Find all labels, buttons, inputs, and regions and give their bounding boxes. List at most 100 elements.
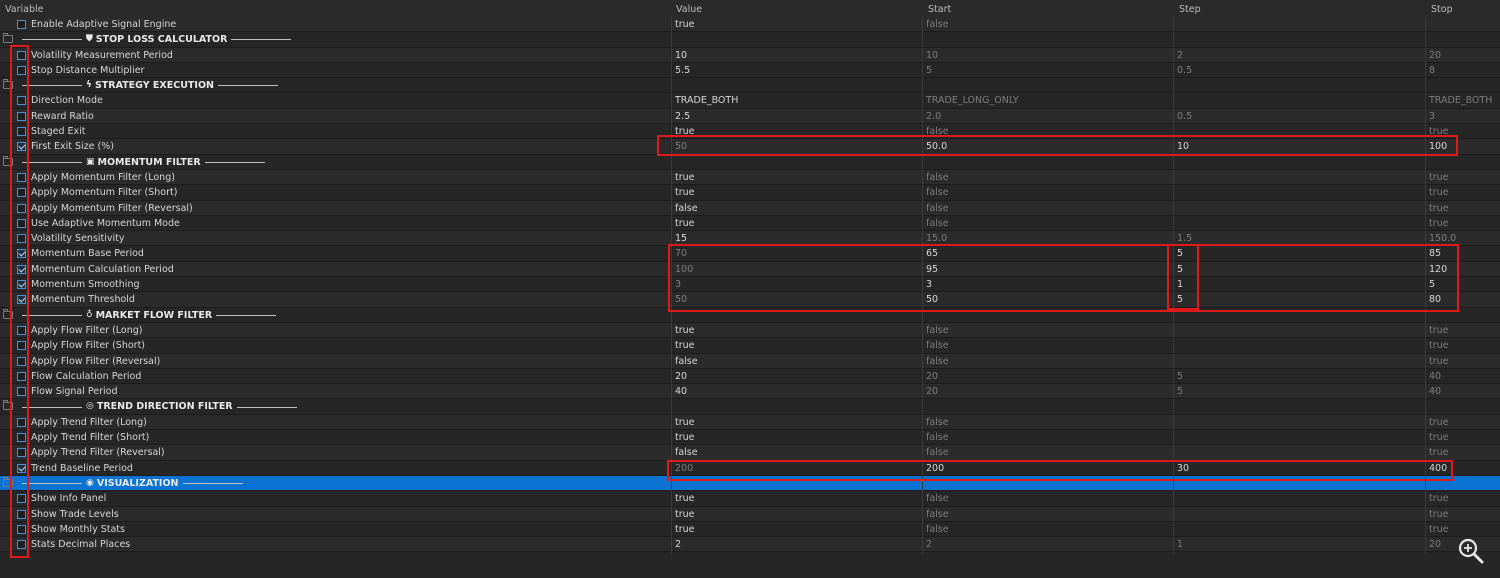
parameter-value[interactable]: false <box>675 354 698 369</box>
optimize-checkbox[interactable] <box>17 20 26 29</box>
group-header-row[interactable]: ⛊ STOP LOSS CALCULATOR <box>0 32 1500 48</box>
parameter-value[interactable]: 2.5 <box>675 109 690 124</box>
parameter-row[interactable]: Apply Flow Filter (Long) true false true <box>0 322 1500 339</box>
parameter-start[interactable]: 20 <box>926 369 938 384</box>
parameter-stop[interactable]: true <box>1429 354 1449 369</box>
parameter-row[interactable]: Apply Momentum Filter (Long) true false tru… <box>0 169 1500 186</box>
parameter-stop[interactable]: 20 <box>1429 537 1441 552</box>
parameter-value[interactable]: 20 <box>675 369 687 384</box>
group-header-row[interactable]: ▣ MOMENTUM FILTER <box>0 154 1500 170</box>
parameter-row[interactable]: Stop Distance Multiplier 5.5 5 0.5 8 <box>0 62 1500 79</box>
parameter-start[interactable]: false <box>926 491 949 506</box>
parameter-value[interactable]: true <box>675 415 695 430</box>
parameter-start[interactable]: 10 <box>926 48 938 63</box>
parameter-value[interactable]: 5.5 <box>675 63 690 78</box>
parameter-stop[interactable]: true <box>1429 522 1449 537</box>
parameter-row[interactable]: Apply Flow Filter (Short) true false true <box>0 338 1500 354</box>
parameter-start[interactable]: false <box>926 507 949 522</box>
parameter-start[interactable]: 2.0 <box>926 109 941 124</box>
parameter-value[interactable]: true <box>675 522 695 537</box>
header-stop[interactable]: Stop <box>1431 4 1453 15</box>
parameter-start[interactable]: false <box>926 17 949 32</box>
header-start[interactable]: Start <box>928 4 951 15</box>
header-value[interactable]: Value <box>676 4 702 15</box>
parameter-row[interactable]: Apply Trend Filter (Reversal) false false t… <box>0 445 1500 461</box>
parameter-start[interactable]: false <box>926 216 949 231</box>
parameter-value[interactable]: 40 <box>675 384 687 399</box>
parameter-stop[interactable]: true <box>1429 507 1449 522</box>
parameter-stop[interactable]: true <box>1429 170 1449 185</box>
parameter-start[interactable]: 2 <box>926 537 932 552</box>
parameter-start[interactable]: false <box>926 338 949 353</box>
parameter-stop[interactable]: 20 <box>1429 48 1441 63</box>
parameter-row[interactable]: Show Info Panel true false true <box>0 491 1500 507</box>
parameter-stop[interactable]: true <box>1429 216 1449 231</box>
header-variable[interactable]: Variable <box>5 4 43 15</box>
parameter-stop[interactable]: true <box>1429 338 1449 353</box>
parameter-stop[interactable]: true <box>1429 445 1449 460</box>
parameter-start[interactable]: false <box>926 323 949 338</box>
parameter-value[interactable]: true <box>675 491 695 506</box>
parameter-row[interactable]: Direction Mode TRADE_BOTH TRADE_LONG_ONLY T… <box>0 93 1500 109</box>
parameter-value[interactable]: 10 <box>675 48 687 63</box>
parameter-row[interactable]: Apply Trend Filter (Long) true false true <box>0 414 1500 431</box>
parameter-row[interactable]: Volatility Measurement Period 10 10 2 20 <box>0 47 1500 63</box>
parameter-value[interactable]: true <box>675 17 695 32</box>
parameter-step[interactable]: 5 <box>1177 384 1183 399</box>
parameter-start[interactable]: 5 <box>926 63 932 78</box>
parameter-stop[interactable]: 3 <box>1429 109 1435 124</box>
parameter-stop[interactable]: 40 <box>1429 384 1441 399</box>
parameter-value[interactable]: false <box>675 201 698 216</box>
parameter-value[interactable]: true <box>675 338 695 353</box>
zoom-icon[interactable] <box>1458 538 1484 564</box>
parameter-row[interactable]: Use Adaptive Momentum Mode true false true <box>0 215 1500 232</box>
parameter-start[interactable]: false <box>926 430 949 445</box>
parameter-row[interactable]: Show Trade Levels true false true <box>0 506 1500 522</box>
parameter-value[interactable]: false <box>675 445 698 460</box>
parameter-stop[interactable]: true <box>1429 415 1449 430</box>
parameter-start[interactable]: false <box>926 170 949 185</box>
parameter-step[interactable]: 5 <box>1177 369 1183 384</box>
parameter-step[interactable]: 0.5 <box>1177 63 1192 78</box>
parameter-start[interactable]: false <box>926 185 949 200</box>
parameter-stop[interactable]: 40 <box>1429 369 1441 384</box>
parameter-row[interactable]: Stats Decimal Places 2 2 1 20 <box>0 537 1500 553</box>
parameter-start[interactable]: false <box>926 201 949 216</box>
parameter-row[interactable]: Apply Momentum Filter (Short) true false tr… <box>0 185 1500 201</box>
parameter-start[interactable]: TRADE_LONG_ONLY <box>926 93 1019 108</box>
parameter-value[interactable]: true <box>675 323 695 338</box>
parameter-value[interactable]: true <box>675 170 695 185</box>
parameter-row[interactable]: Flow Signal Period 40 20 5 40 <box>0 384 1500 400</box>
group-header-row[interactable]: ◎ TREND DIRECTION FILTER <box>0 399 1500 415</box>
parameter-start[interactable]: false <box>926 445 949 460</box>
parameter-step[interactable]: 1 <box>1177 537 1183 552</box>
folder-icon[interactable] <box>3 33 13 44</box>
parameter-row[interactable]: Reward Ratio 2.5 2.0 0.5 3 <box>0 108 1500 125</box>
parameter-row[interactable]: Apply Momentum Filter (Reversal) false fal… <box>0 200 1500 216</box>
parameter-value[interactable]: true <box>675 430 695 445</box>
parameter-row[interactable]: Apply Trend Filter (Short) true false true <box>0 430 1500 446</box>
parameter-value[interactable]: true <box>675 507 695 522</box>
parameter-value[interactable]: TRADE_BOTH <box>675 93 738 108</box>
parameter-stop[interactable]: 8 <box>1429 63 1435 78</box>
parameter-row[interactable]: Apply Flow Filter (Reversal) false false tr… <box>0 353 1500 369</box>
parameter-value[interactable]: 2 <box>675 537 681 552</box>
parameter-start[interactable]: false <box>926 354 949 369</box>
parameter-start[interactable]: 20 <box>926 384 938 399</box>
parameter-stop[interactable]: true <box>1429 430 1449 445</box>
parameter-start[interactable]: false <box>926 522 949 537</box>
parameter-stop[interactable]: true <box>1429 491 1449 506</box>
parameter-stop[interactable]: true <box>1429 185 1449 200</box>
group-header-row[interactable]: ϟ STRATEGY EXECUTION <box>0 78 1500 94</box>
parameter-step[interactable]: 0.5 <box>1177 109 1192 124</box>
parameter-stop[interactable]: true <box>1429 323 1449 338</box>
parameter-stop[interactable]: TRADE_BOTH <box>1429 93 1492 108</box>
parameter-row[interactable]: Show Monthly Stats true false true <box>0 521 1500 538</box>
parameter-value[interactable]: true <box>675 216 695 231</box>
parameter-stop[interactable]: true <box>1429 201 1449 216</box>
parameter-value[interactable]: true <box>675 185 695 200</box>
parameter-start[interactable]: false <box>926 415 949 430</box>
header-step[interactable]: Step <box>1179 4 1201 15</box>
parameter-row[interactable]: Enable Adaptive Signal Engine true false <box>0 17 1500 33</box>
parameter-step[interactable]: 2 <box>1177 48 1183 63</box>
